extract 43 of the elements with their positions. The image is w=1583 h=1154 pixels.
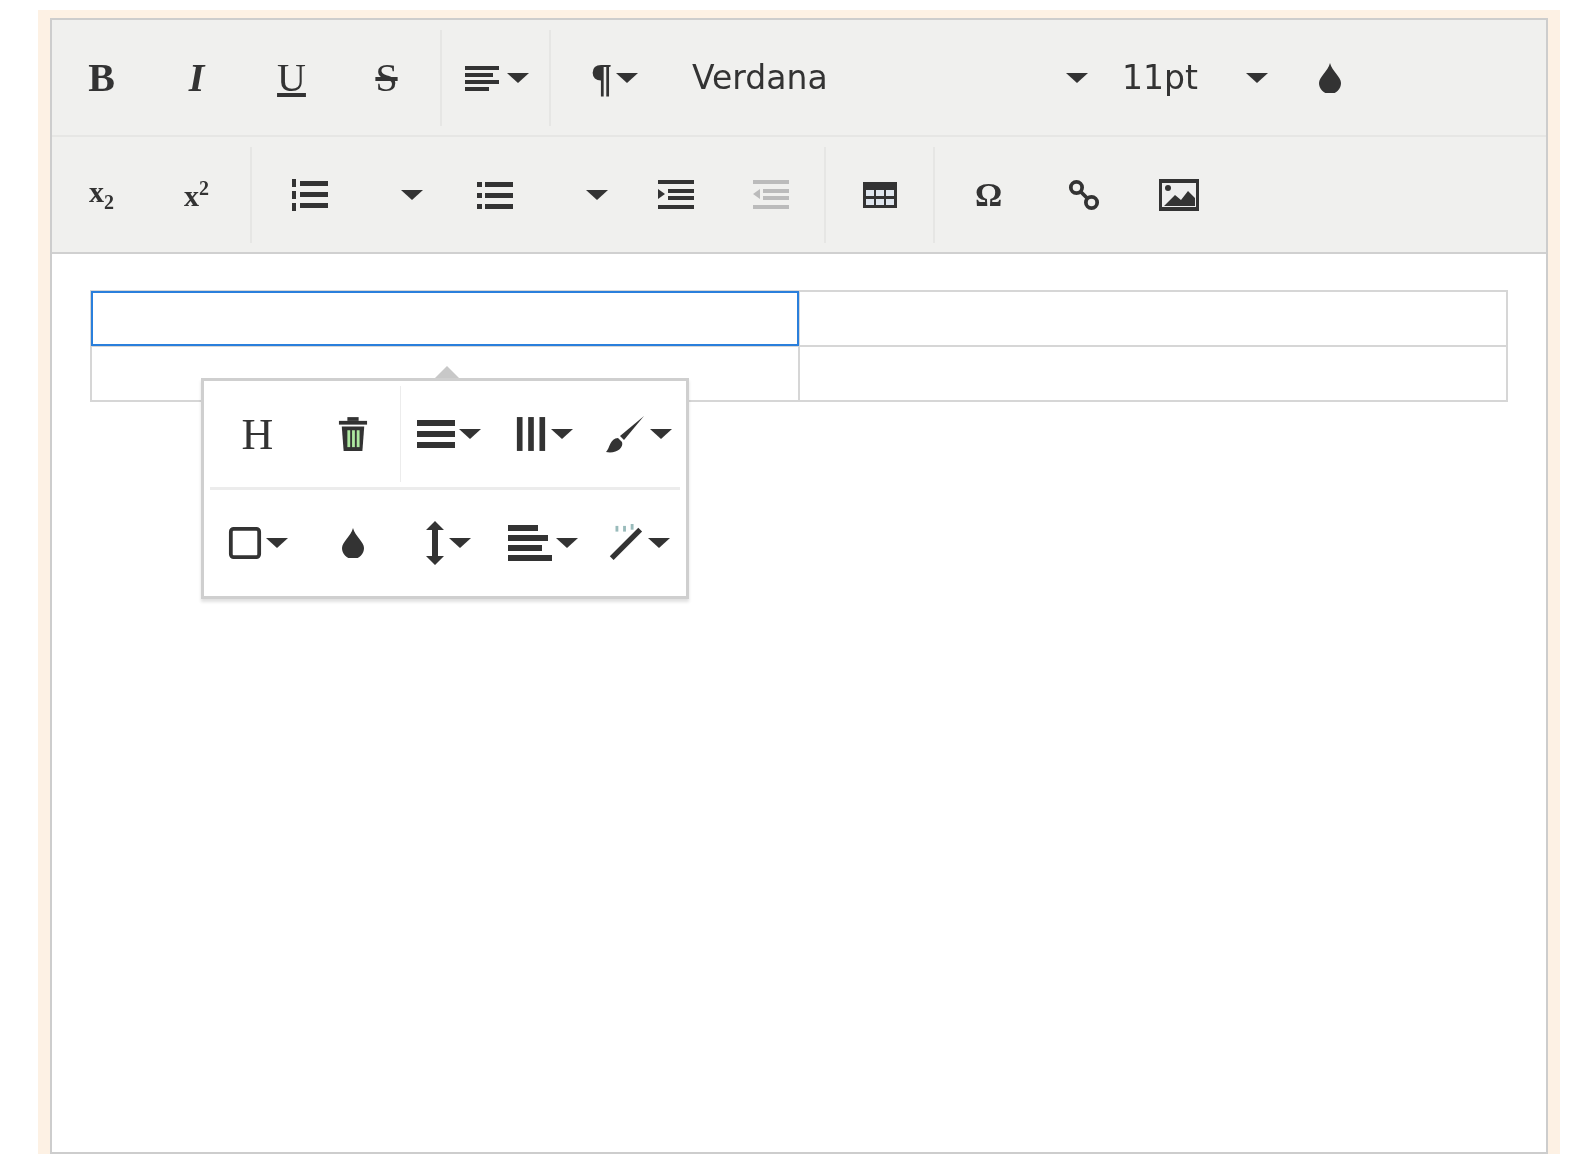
paintbrush-icon xyxy=(605,414,646,454)
table-grid-icon xyxy=(862,181,897,208)
caret-icon xyxy=(550,429,573,439)
table-cell[interactable] xyxy=(799,346,1507,401)
drop-icon xyxy=(1318,62,1341,93)
caret-icon xyxy=(448,538,471,548)
caret-icon xyxy=(458,429,481,439)
vertical-arrow-icon xyxy=(424,521,445,565)
font-size-select[interactable]: 11pt xyxy=(1102,27,1282,128)
table-cell[interactable] xyxy=(799,291,1507,346)
font-family-select[interactable]: Verdana xyxy=(672,27,1102,128)
square-outline-icon xyxy=(227,526,262,560)
align-lines-icon xyxy=(507,525,552,561)
italic-button[interactable]: I xyxy=(149,27,244,128)
table-header-button[interactable]: H xyxy=(210,384,305,484)
caret-icon xyxy=(1246,72,1268,83)
trash-icon xyxy=(337,417,368,451)
subscript-button[interactable]: x$_{2}$ xyxy=(54,144,149,245)
caret-icon xyxy=(555,538,578,548)
special-character-button[interactable]: Ω xyxy=(941,144,1036,245)
indent-icon xyxy=(656,179,695,210)
underline-button[interactable]: U xyxy=(244,27,339,128)
caret-icon xyxy=(616,72,639,83)
chain-link-icon xyxy=(1067,178,1100,211)
caret-icon xyxy=(506,72,529,83)
drop-icon xyxy=(341,528,364,558)
caret-icon xyxy=(1066,72,1088,83)
caret-icon xyxy=(647,538,670,548)
image-icon xyxy=(1158,178,1199,211)
columns-icon xyxy=(514,416,547,452)
caret-icon xyxy=(401,189,423,200)
outdent-icon xyxy=(751,179,790,210)
table-cell[interactable] xyxy=(91,291,799,346)
bold-button[interactable]: B xyxy=(54,27,149,128)
caret-icon xyxy=(649,429,672,439)
caret-icon xyxy=(586,189,608,200)
numbered-list-icon xyxy=(292,176,328,213)
strikethrough-button[interactable]: S xyxy=(339,27,434,128)
rows-icon xyxy=(416,418,455,450)
bulleted-list-icon xyxy=(477,179,513,210)
superscript-button[interactable]: x$^{2}$ xyxy=(149,144,244,245)
caret-icon xyxy=(265,538,288,548)
paragraph-button[interactable]: ¶ xyxy=(557,27,672,128)
